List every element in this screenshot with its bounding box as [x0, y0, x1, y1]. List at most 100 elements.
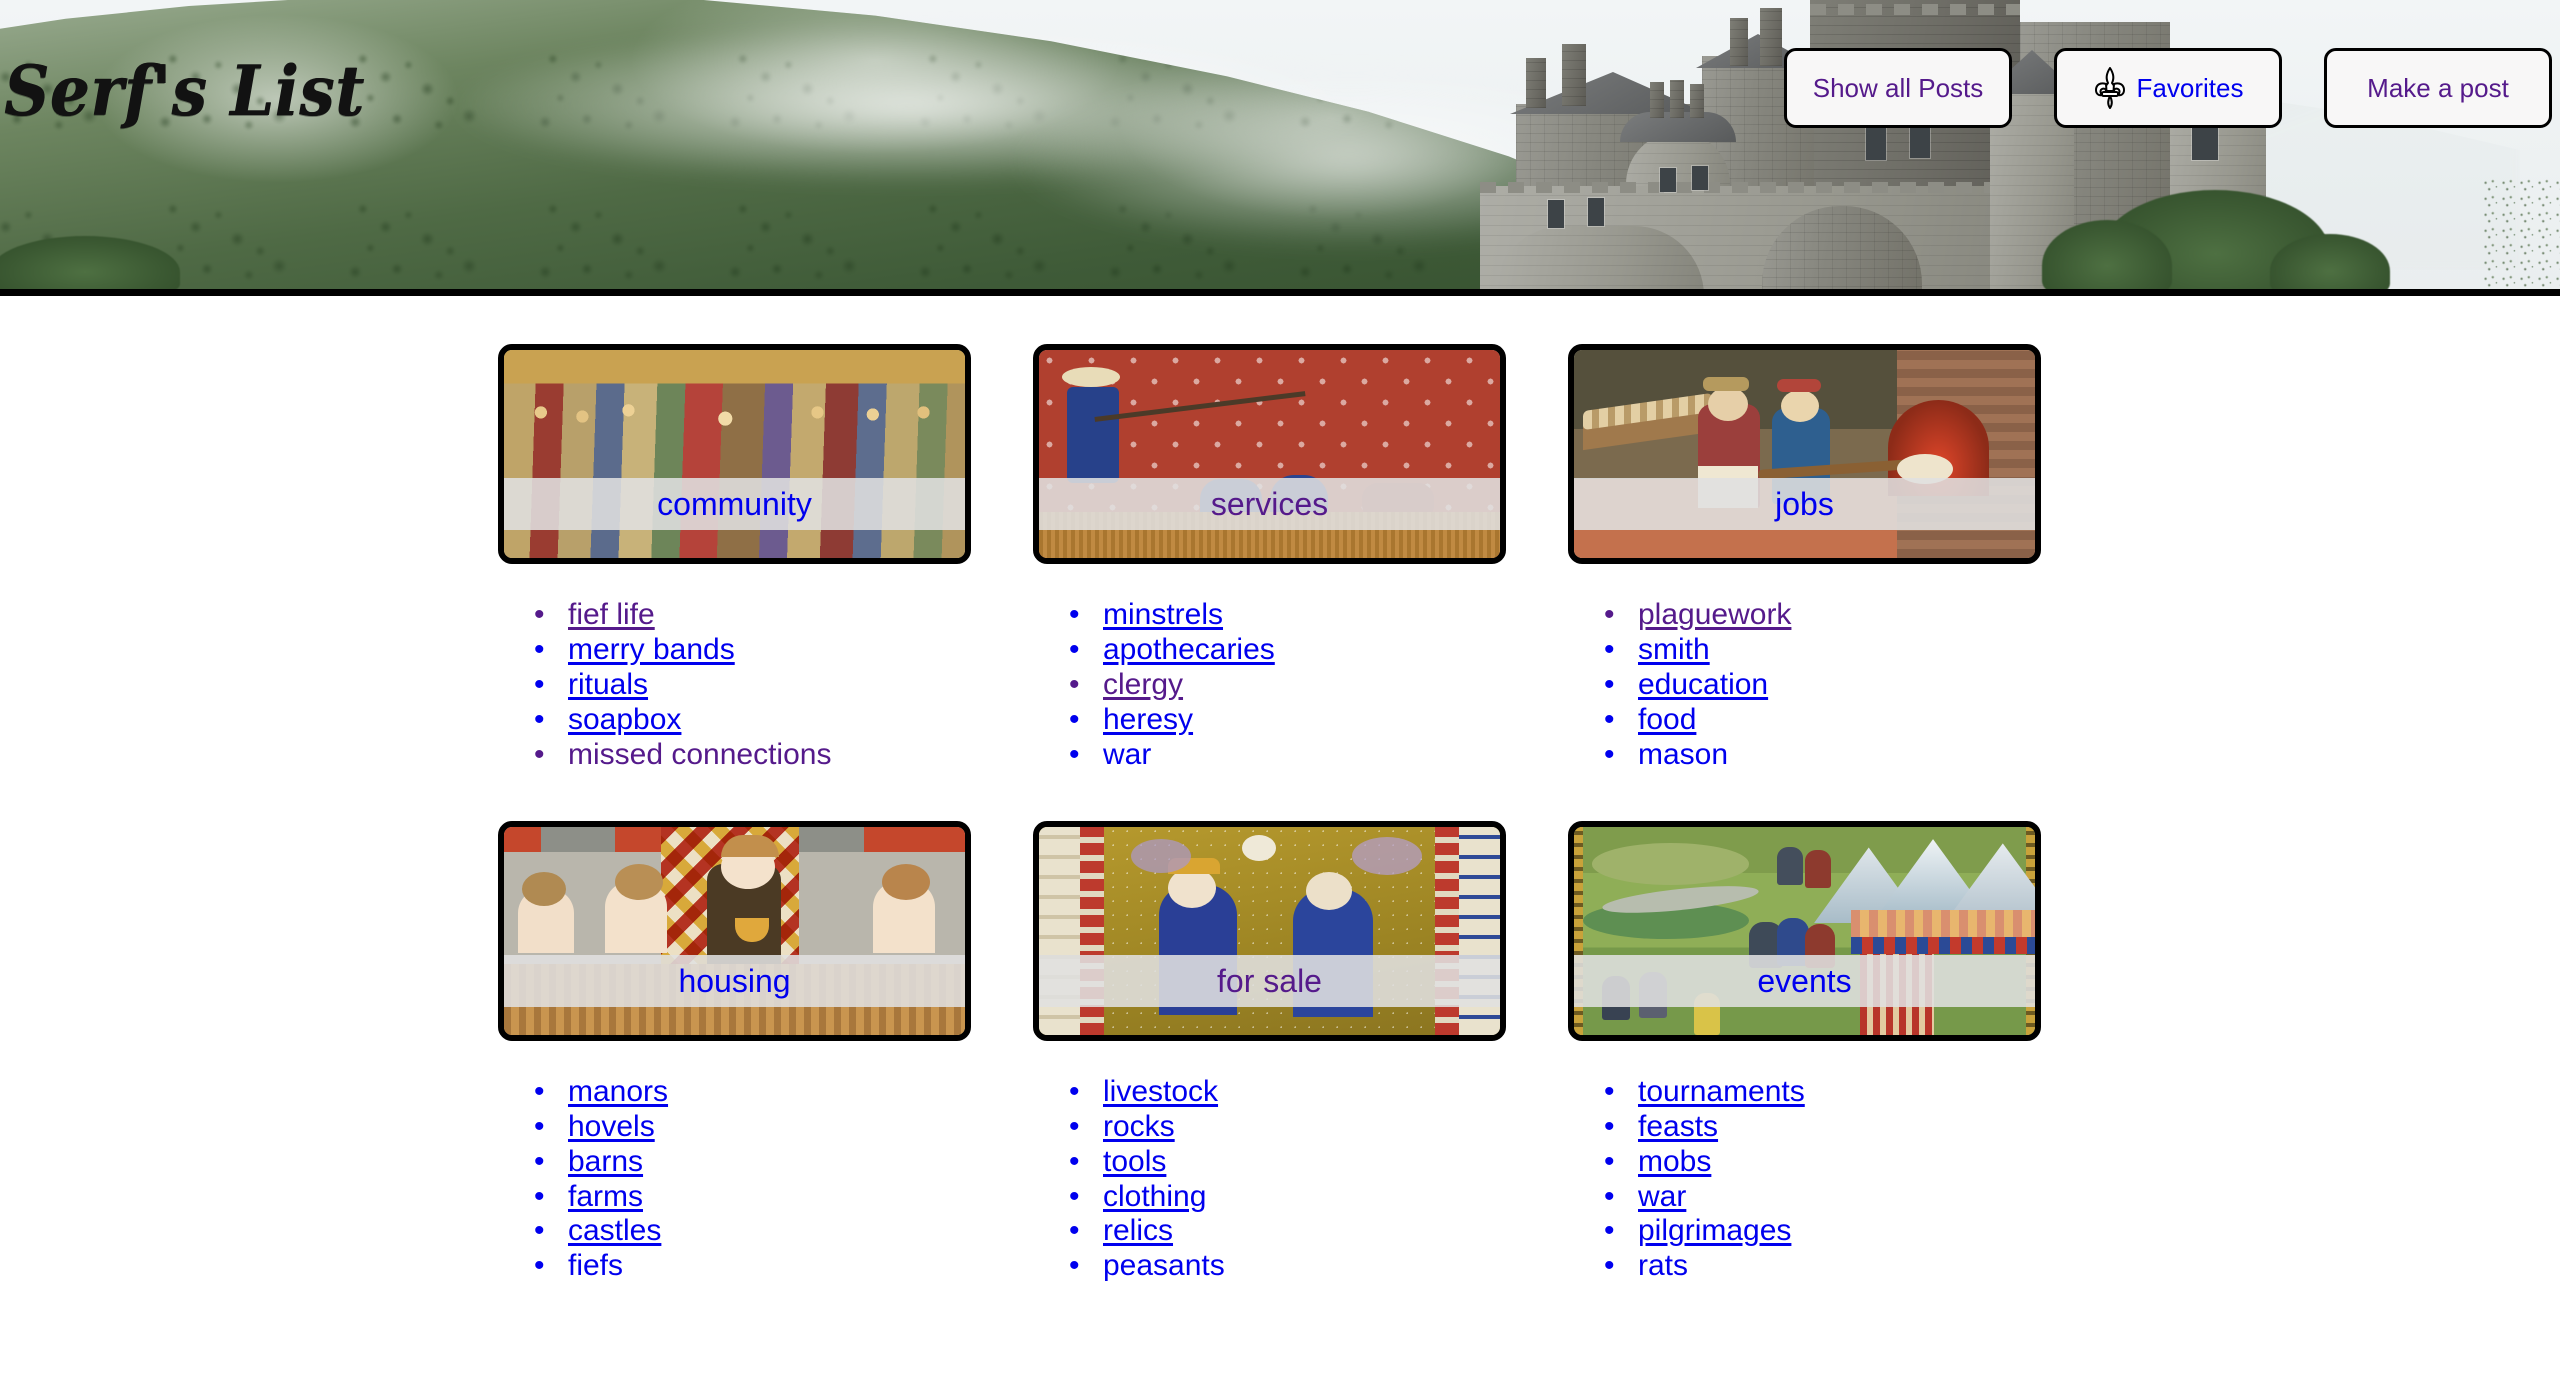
list-item: war: [1604, 1180, 2055, 1215]
list-item: tournaments: [1604, 1075, 2055, 1110]
category-card-events[interactable]: events: [1568, 820, 2041, 1041]
category-card-services[interactable]: services: [1033, 344, 1506, 564]
events-link-list: tournaments feasts mobs war pilgrimages …: [1568, 1075, 2055, 1285]
link-farms[interactable]: farms: [568, 1180, 643, 1213]
jobs-label: jobs: [1775, 486, 1834, 522]
list-item: tools: [1069, 1145, 1520, 1180]
show-all-posts-label: Show all Posts: [1812, 72, 1984, 103]
link-fiefs[interactable]: fiefs: [568, 1249, 623, 1282]
link-tournaments[interactable]: tournaments: [1638, 1075, 1805, 1108]
link-plaguework[interactable]: plaguework: [1638, 598, 1791, 631]
link-clothing[interactable]: clothing: [1103, 1180, 1206, 1213]
link-hovels[interactable]: hovels: [568, 1110, 655, 1143]
link-missed-connections[interactable]: missed connections: [568, 738, 831, 771]
events-label-band: events: [1574, 954, 2035, 1007]
category-card-for-sale[interactable]: for sale: [1033, 820, 1506, 1041]
header-actions: Show all Posts Favorites Make a post: [1784, 48, 2552, 128]
list-item: farms: [534, 1180, 985, 1215]
list-item: heresy: [1069, 703, 1520, 738]
make-a-post-label: Make a post: [2367, 72, 2509, 103]
list-item: apothecaries: [1069, 633, 1520, 668]
link-rituals[interactable]: rituals: [568, 668, 648, 701]
list-item: mason: [1604, 738, 2055, 773]
link-smith[interactable]: smith: [1638, 633, 1710, 666]
list-item: mobs: [1604, 1145, 2055, 1180]
list-item: missed connections: [534, 738, 985, 773]
list-item: clergy: [1069, 668, 1520, 703]
link-clergy[interactable]: clergy: [1103, 668, 1183, 701]
make-a-post-button[interactable]: Make a post: [2324, 48, 2552, 128]
bare-branches: [2482, 178, 2560, 296]
list-item: castles: [534, 1214, 985, 1249]
link-peasants[interactable]: peasants: [1103, 1249, 1225, 1282]
favorites-label: Favorites: [2136, 72, 2244, 103]
housing-label: housing: [678, 962, 791, 999]
category-row-1: community fief life merry bands rituals …: [0, 344, 2560, 773]
category-card-community[interactable]: community: [498, 344, 971, 564]
housing-label-band: housing: [504, 954, 965, 1007]
list-item: plaguework: [1604, 598, 2055, 633]
list-item: soapbox: [534, 703, 985, 738]
banner-photograph: [0, 0, 2560, 296]
community-link-list: fief life merry bands rituals soapbox mi…: [498, 598, 985, 773]
link-feasts[interactable]: feasts: [1638, 1110, 1718, 1143]
link-soapbox[interactable]: soapbox: [568, 703, 681, 736]
link-war[interactable]: war: [1638, 1180, 1686, 1213]
link-livestock[interactable]: livestock: [1103, 1075, 1218, 1108]
list-item: fiefs: [534, 1249, 985, 1284]
link-manors[interactable]: manors: [568, 1075, 668, 1108]
list-item: education: [1604, 668, 2055, 703]
favorites-button[interactable]: Favorites: [2054, 48, 2282, 128]
community-label: community: [657, 486, 812, 522]
link-minstrels[interactable]: minstrels: [1103, 598, 1223, 631]
show-all-posts-button[interactable]: Show all Posts: [1784, 48, 2012, 128]
events-label: events: [1757, 962, 1852, 999]
link-rats[interactable]: rats: [1638, 1249, 1688, 1282]
community-label-band: community: [504, 478, 965, 530]
category-row-2: housing manors hovels barns farms castle…: [0, 820, 2560, 1285]
jobs-link-list: plaguework smith education food mason: [1568, 598, 2055, 773]
for-sale-label: for sale: [1217, 962, 1322, 999]
list-item: rocks: [1069, 1110, 1520, 1145]
list-item: food: [1604, 703, 2055, 738]
category-for-sale: for sale livestock rocks tools clothing …: [1033, 820, 1520, 1285]
list-item: minstrels: [1069, 598, 1520, 633]
link-war[interactable]: war: [1103, 738, 1151, 771]
link-fief-life[interactable]: fief life: [568, 598, 655, 631]
list-item: fief life: [534, 598, 985, 633]
link-heresy[interactable]: heresy: [1103, 703, 1193, 736]
category-card-jobs[interactable]: jobs: [1568, 344, 2041, 564]
for-sale-label-band: for sale: [1039, 954, 1500, 1007]
list-item: merry bands: [534, 633, 985, 668]
link-relics[interactable]: relics: [1103, 1214, 1173, 1247]
list-item: clothing: [1069, 1180, 1520, 1215]
category-card-housing[interactable]: housing: [498, 820, 971, 1041]
link-castles[interactable]: castles: [568, 1214, 661, 1247]
services-label: services: [1210, 486, 1329, 522]
services-link-list: minstrels apothecaries clergy heresy war: [1033, 598, 1520, 773]
jobs-label-band: jobs: [1574, 478, 2035, 530]
category-jobs: jobs plaguework smith education food mas…: [1568, 344, 2055, 773]
link-tools[interactable]: tools: [1103, 1145, 1166, 1178]
link-mason[interactable]: mason: [1638, 738, 1728, 771]
housing-link-list: manors hovels barns farms castles fiefs: [498, 1075, 985, 1285]
site-banner: Serf's List Show all Posts Favorites Mak…: [0, 0, 2560, 296]
list-item: livestock: [1069, 1075, 1520, 1110]
link-mobs[interactable]: mobs: [1638, 1145, 1711, 1178]
list-item: hovels: [534, 1110, 985, 1145]
list-item: rats: [1604, 1249, 2055, 1284]
link-rocks[interactable]: rocks: [1103, 1110, 1175, 1143]
link-merry-bands[interactable]: merry bands: [568, 633, 735, 666]
category-community: community fief life merry bands rituals …: [498, 344, 985, 773]
link-apothecaries[interactable]: apothecaries: [1103, 633, 1275, 666]
list-item: relics: [1069, 1214, 1520, 1249]
link-pilgrimages[interactable]: pilgrimages: [1638, 1214, 1791, 1247]
link-barns[interactable]: barns: [568, 1145, 643, 1178]
list-item: feasts: [1604, 1110, 2055, 1145]
link-food[interactable]: food: [1638, 703, 1696, 736]
fleur-de-lis-icon: [2093, 66, 2127, 110]
list-item: war: [1069, 738, 1520, 773]
category-housing: housing manors hovels barns farms castle…: [498, 820, 985, 1285]
link-education[interactable]: education: [1638, 668, 1768, 701]
category-grid: community fief life merry bands rituals …: [0, 296, 2560, 1284]
